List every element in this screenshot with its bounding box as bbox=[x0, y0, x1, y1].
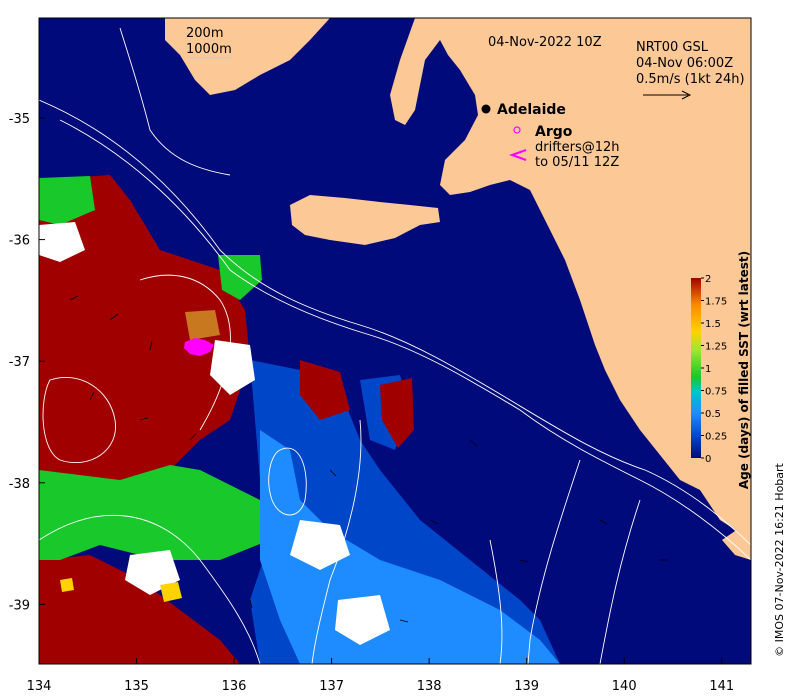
y-tick-label: -39 bbox=[9, 598, 30, 613]
product-line-1: NRT00 GSL bbox=[636, 40, 709, 55]
colorbar-tick-label: 0.75 bbox=[705, 387, 727, 398]
x-tick-label: 135 bbox=[124, 679, 149, 694]
colorbar-tick-label: 0.5 bbox=[705, 409, 721, 420]
map-plot-area bbox=[39, 18, 751, 664]
y-tick-label: -37 bbox=[9, 355, 30, 370]
x-tick-label: 141 bbox=[709, 679, 734, 694]
map-date-title: 04-Nov-2022 10Z bbox=[488, 35, 602, 50]
credit-text: © IMOS 07-Nov-2022 16:21 Hobart bbox=[773, 462, 786, 656]
drifter-legend-line-1: drifters@12h bbox=[535, 140, 620, 155]
y-tick-label: -36 bbox=[9, 234, 30, 249]
age-1-5-speckle-2 bbox=[60, 578, 74, 592]
x-tick-label: 139 bbox=[514, 679, 539, 694]
colorbar-tick-label: 1.25 bbox=[705, 342, 727, 353]
colorbar-gradient bbox=[691, 278, 701, 458]
colorbar-tick-label: 1.5 bbox=[705, 319, 721, 330]
argo-legend-label: Argo bbox=[535, 124, 573, 140]
colorbar-tick-label: 2 bbox=[705, 274, 711, 285]
city-label-adelaide: Adelaide bbox=[497, 102, 566, 118]
x-tick-label: 134 bbox=[27, 679, 52, 694]
product-line-3: 0.5m/s (1kt 24h) bbox=[636, 72, 745, 87]
sst-age-map: 134 135 136 137 138 139 140 141 -35 -36 -37 -38 -39… bbox=[9, 17, 786, 694]
y-tick-label: -35 bbox=[9, 112, 30, 127]
colorbar-tick-label: 1.75 bbox=[705, 297, 727, 308]
colorbar-tick-label: 1 bbox=[705, 364, 711, 375]
x-tick-label: 138 bbox=[417, 679, 442, 694]
x-tick-label: 140 bbox=[612, 679, 637, 694]
contour-legend-1000m: 1000m bbox=[186, 42, 232, 57]
x-tick-label: 136 bbox=[222, 679, 247, 694]
drifter-legend-line-2: to 05/11 12Z bbox=[535, 155, 619, 170]
colorbar-label: Age (days) of filled SST (wrt latest) bbox=[737, 251, 751, 489]
colorbar-tick-label: 0.25 bbox=[705, 432, 727, 443]
product-line-2: 04-Nov 06:00Z bbox=[636, 56, 733, 71]
age-1-75-patch bbox=[185, 310, 220, 340]
city-marker-icon bbox=[481, 104, 491, 114]
x-tick-label: 137 bbox=[319, 679, 344, 694]
contour-legend-200m: 200m bbox=[186, 26, 223, 41]
colorbar-tick-label: 0 bbox=[705, 454, 711, 465]
y-tick-label: -38 bbox=[9, 477, 30, 492]
